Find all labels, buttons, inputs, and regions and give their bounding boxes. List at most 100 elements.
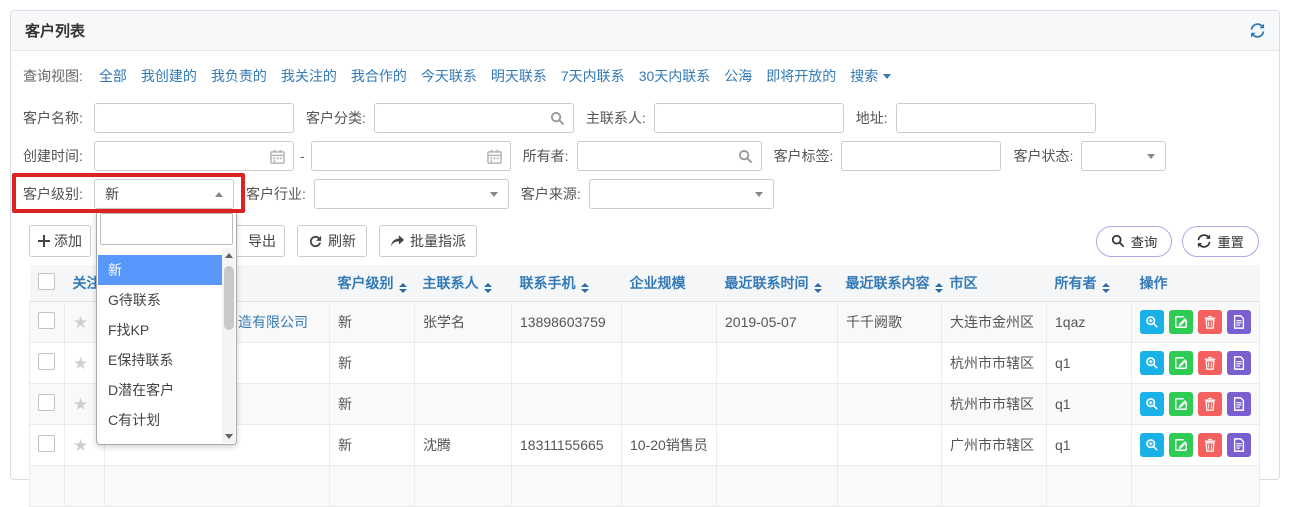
- dropdown-option[interactable]: E保持联系: [98, 345, 222, 375]
- scrollbar-thumb[interactable]: [224, 266, 234, 330]
- filter-row-2: 创建时间: - 所有者: 客户标签: 客户状态:: [23, 139, 1267, 173]
- address-field[interactable]: [905, 104, 1087, 132]
- header-owner[interactable]: 所有者: [1047, 265, 1132, 302]
- refresh-button[interactable]: 刷新: [297, 225, 367, 257]
- delete-button[interactable]: [1198, 392, 1222, 416]
- view-button[interactable]: [1140, 392, 1164, 416]
- cell-last-time: [717, 425, 838, 466]
- header-phone[interactable]: 联系手机: [512, 265, 622, 302]
- view-link-cooperated[interactable]: 我合作的: [351, 66, 407, 86]
- select-all-checkbox[interactable]: [38, 273, 55, 290]
- cell-owner: q1: [1047, 384, 1132, 425]
- view-link-opening-soon[interactable]: 即将开放的: [766, 66, 836, 86]
- add-button[interactable]: 添加: [29, 225, 91, 257]
- edit-button[interactable]: [1169, 310, 1193, 334]
- edit-button[interactable]: [1169, 433, 1193, 457]
- header-contact[interactable]: 主联系人: [415, 265, 512, 302]
- delete-button[interactable]: [1198, 351, 1222, 375]
- calendar-icon[interactable]: [487, 149, 502, 164]
- zoom-in-icon: [1145, 397, 1159, 411]
- chevron-down-icon: [883, 74, 891, 79]
- panel-header: 客户列表: [11, 11, 1279, 51]
- batch-assign-button[interactable]: 批量指派: [379, 225, 477, 257]
- view-link-contact-today[interactable]: 今天联系: [421, 66, 477, 86]
- customer-level-select[interactable]: 新: [94, 179, 234, 209]
- view-link-created-by-me[interactable]: 我创建的: [141, 66, 197, 86]
- main-contact-input[interactable]: [654, 103, 844, 133]
- search-toggle[interactable]: 搜索: [850, 66, 891, 86]
- document-button[interactable]: [1227, 433, 1251, 457]
- view-link-contact-7days[interactable]: 7天内联系: [561, 66, 625, 86]
- customer-status-select[interactable]: [1081, 141, 1166, 171]
- customer-name-link[interactable]: 造有限公司: [238, 312, 308, 332]
- customer-name-input[interactable]: [94, 103, 294, 133]
- search-icon[interactable]: [550, 111, 565, 126]
- view-link-all[interactable]: 全部: [99, 66, 127, 86]
- customer-category-input[interactable]: [374, 103, 574, 133]
- view-link-owned-by-me[interactable]: 我负责的: [211, 66, 267, 86]
- row-checkbox[interactable]: [38, 312, 55, 329]
- created-start-field[interactable]: [103, 142, 270, 170]
- main-contact-field[interactable]: [663, 104, 835, 132]
- date-range-separator: -: [300, 148, 305, 164]
- view-button[interactable]: [1140, 433, 1164, 457]
- dropdown-option[interactable]: F找KP: [98, 315, 222, 345]
- dropdown-option[interactable]: 新: [98, 255, 222, 285]
- dropdown-search-field[interactable]: [101, 214, 232, 244]
- dropdown-option[interactable]: G待联系: [98, 285, 222, 315]
- customer-category-field[interactable]: [383, 104, 550, 132]
- created-end-field[interactable]: [320, 142, 487, 170]
- cell-contact: [415, 384, 512, 425]
- panel-refresh-icon[interactable]: [1250, 23, 1265, 38]
- created-end-input[interactable]: [311, 141, 511, 171]
- header-level[interactable]: 客户级别: [330, 265, 415, 302]
- header-actions: 操作: [1132, 265, 1260, 302]
- scroll-down-icon[interactable]: [222, 429, 235, 443]
- cell-contact: 张学名: [415, 302, 512, 343]
- customer-tag-input[interactable]: [841, 141, 1001, 171]
- star-icon[interactable]: ★: [73, 436, 88, 455]
- created-start-input[interactable]: [94, 141, 294, 171]
- row-checkbox[interactable]: [38, 353, 55, 370]
- star-icon[interactable]: ★: [73, 354, 88, 373]
- edit-button[interactable]: [1169, 392, 1193, 416]
- dropdown-search-input[interactable]: [100, 213, 233, 245]
- search-icon[interactable]: [738, 149, 753, 164]
- header-last-content[interactable]: 最近联系内容: [838, 265, 942, 302]
- document-button[interactable]: [1227, 310, 1251, 334]
- view-link-followed-by-me[interactable]: 我关注的: [281, 66, 337, 86]
- view-button[interactable]: [1140, 351, 1164, 375]
- document-button[interactable]: [1227, 351, 1251, 375]
- edit-button[interactable]: [1169, 351, 1193, 375]
- owner-input[interactable]: [577, 141, 762, 171]
- cell-last-time: [717, 343, 838, 384]
- customer-tag-field[interactable]: [850, 142, 992, 170]
- delete-button[interactable]: [1198, 433, 1222, 457]
- row-checkbox[interactable]: [38, 394, 55, 411]
- calendar-icon[interactable]: [270, 149, 285, 164]
- view-button[interactable]: [1140, 310, 1164, 334]
- view-link-contact-tomorrow[interactable]: 明天联系: [491, 66, 547, 86]
- dropdown-scrollbar[interactable]: [222, 248, 235, 443]
- dropdown-option[interactable]: C有计划: [98, 405, 222, 435]
- customer-source-select[interactable]: [589, 179, 774, 209]
- owner-field[interactable]: [586, 142, 738, 170]
- star-icon[interactable]: ★: [73, 313, 88, 332]
- dropdown-option[interactable]: D潜在客户: [98, 375, 222, 405]
- customer-tag-label: 客户标签:: [774, 146, 834, 166]
- delete-button[interactable]: [1198, 310, 1222, 334]
- query-button[interactable]: 查询: [1096, 226, 1173, 257]
- chevron-up-icon: [215, 192, 223, 197]
- view-link-contact-30days[interactable]: 30天内联系: [639, 66, 711, 86]
- reset-button[interactable]: 重置: [1182, 226, 1259, 257]
- header-last-time[interactable]: 最近联系时间: [717, 265, 838, 302]
- row-checkbox[interactable]: [38, 435, 55, 452]
- view-link-public-sea[interactable]: 公海: [724, 66, 752, 86]
- customer-industry-select[interactable]: [314, 179, 509, 209]
- document-button[interactable]: [1227, 392, 1251, 416]
- address-input[interactable]: [896, 103, 1096, 133]
- customer-source-label: 客户来源:: [521, 184, 581, 204]
- customer-name-field[interactable]: [103, 104, 285, 132]
- scroll-up-icon[interactable]: [222, 248, 235, 262]
- star-icon[interactable]: ★: [73, 395, 88, 414]
